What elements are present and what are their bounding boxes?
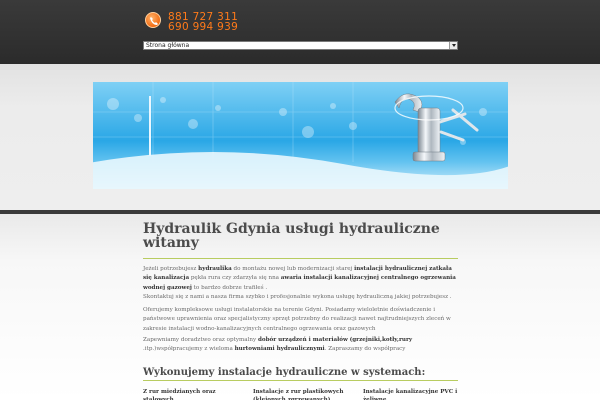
advice-keyword: (grzejniki,kotły,rury	[349, 337, 413, 343]
intro-paragraph: Jeżeli potrzebujesz hydraulika do montaż…	[143, 265, 461, 303]
services-paragraph: Oferujemy kompleksowe usługi instalators…	[143, 307, 451, 332]
faucet-image	[394, 93, 479, 162]
navigation-select[interactable]: Strona główna	[143, 41, 458, 50]
chevron-down-icon[interactable]	[449, 42, 457, 49]
advice-text: .itp.)współpracujemy z wieloma	[143, 346, 235, 353]
advice-keyword: hurtowniami hydraulicznymi	[234, 346, 325, 353]
intro-keyword: hydraulika	[198, 266, 232, 272]
phone-number-2[interactable]: 690 994 939	[168, 22, 238, 33]
advice-text: . Zapraszamy do współpracy	[324, 346, 406, 353]
title-underline	[143, 258, 458, 259]
phone-numbers: 881 727 311 690 994 939	[168, 12, 238, 33]
page-title: Hydraulik Gdynia usługi hydrauliczne wit…	[143, 221, 440, 251]
intro-text: Skontaktuj się z nami a nasza firma szyb…	[143, 294, 452, 301]
advice-text: Zapewniamy doradztwo oraz optymalny	[143, 337, 258, 343]
advice-keyword: dobór urządzeń i materiałów	[257, 337, 348, 343]
system-column: Instalacje z rur plastikowych (klejonych…	[253, 389, 344, 400]
banner-graphic	[93, 82, 508, 189]
navigation-select-value: Strona główna	[146, 42, 190, 49]
banner-image	[93, 82, 508, 189]
intro-text: pękła rura czy zdarzyła się nna	[189, 275, 281, 282]
header-bar	[0, 0, 600, 64]
systems-underline	[143, 380, 458, 381]
system-column: Instalacje kanalizacyjne PVC i żeliwne	[363, 389, 458, 400]
intro-text: to bardzo dobrze trafiłeś .	[191, 284, 268, 291]
advice-paragraph: Zapewniamy doradztwo oraz optymalny dobó…	[143, 336, 461, 355]
intro-text: Jeżeli potrzebujesz	[143, 266, 199, 272]
system-column: Z rur miedzianych oraz stalowych	[143, 389, 216, 400]
systems-heading: Wykonujemy instalacje hydrauliczne w sys…	[143, 367, 426, 378]
phone-icon	[145, 12, 161, 28]
intro-text: do montażu nowej lub modernizacji starej	[231, 266, 355, 272]
